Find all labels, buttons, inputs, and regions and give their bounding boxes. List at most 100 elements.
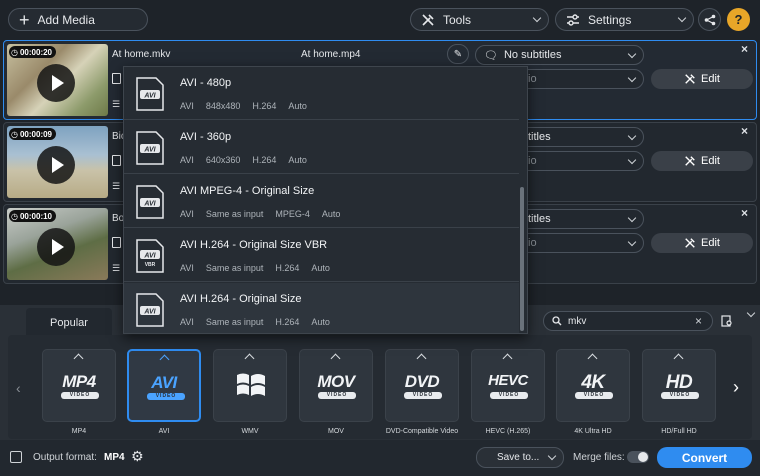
preset-details: AVI Same as input H.264 Auto xyxy=(180,263,330,273)
format-card-hd[interactable]: HD VIDEO xyxy=(642,349,716,422)
chevron-down-icon xyxy=(627,213,637,223)
help-button[interactable]: ? xyxy=(727,8,750,31)
preset-details: AVI 848x480 H.264 Auto xyxy=(180,101,307,111)
merge-files-label: Merge files: xyxy=(573,452,625,463)
clock-icon: ◷ xyxy=(11,47,18,57)
duration-badge: ◷ 00:00:09 xyxy=(9,128,57,140)
format-card-mp4[interactable]: MP4 VIDEO xyxy=(42,349,116,422)
settings-button[interactable]: Settings xyxy=(555,8,694,31)
list-icon[interactable]: ☰ xyxy=(112,99,120,110)
search-box[interactable]: mkv × xyxy=(543,311,713,331)
preset-item[interactable]: AVI AVI MPEG-4 - Original Size AVI Same a… xyxy=(124,175,519,228)
play-icon[interactable] xyxy=(37,146,75,184)
svg-text:AVI: AVI xyxy=(143,253,156,260)
dropdown-scrollbar[interactable] xyxy=(520,187,524,331)
chevron-down-icon xyxy=(677,13,687,23)
share-icon xyxy=(704,14,715,25)
preset-item[interactable]: AVI AVI - 360p AVI 640x360 H.264 Auto xyxy=(124,121,519,174)
chevron-up-icon xyxy=(502,353,513,364)
output-format-icon xyxy=(10,451,22,463)
edit-button[interactable]: Edit xyxy=(651,233,753,253)
avi-file-icon: AVI xyxy=(136,77,164,111)
preset-item[interactable]: AVI AVI - 480p AVI 848x480 H.264 Auto xyxy=(124,67,519,120)
tools-icon xyxy=(685,156,695,166)
svg-text:VBR: VBR xyxy=(145,262,156,268)
format-caption: MP4 xyxy=(71,428,87,435)
chevron-down-icon xyxy=(627,237,637,247)
output-format-label: Output format: xyxy=(33,452,97,463)
format-card-mov[interactable]: MOV VIDEO xyxy=(299,349,373,422)
chevron-up-icon xyxy=(416,353,427,364)
format-card-avi[interactable]: AVI VIDEO xyxy=(127,349,201,422)
chevron-down-icon xyxy=(627,155,637,165)
remove-file-icon[interactable]: × xyxy=(741,206,748,220)
chevron-down-icon xyxy=(627,131,637,141)
output-filename[interactable]: At home.mp4 xyxy=(301,49,360,60)
file-info-icon[interactable] xyxy=(112,237,121,248)
format-carousel-bg xyxy=(8,335,752,439)
video-thumbnail[interactable]: ◷ 00:00:10 xyxy=(7,208,108,280)
chevron-down-icon xyxy=(547,451,557,461)
avi-file-icon: AVI xyxy=(136,293,164,327)
rename-button[interactable]: ✎ xyxy=(447,44,469,64)
output-format-value[interactable]: MP4 xyxy=(104,452,125,463)
source-filename: At home.mkv xyxy=(112,49,171,60)
file-info-icon[interactable] xyxy=(112,73,121,84)
merge-files-toggle[interactable] xyxy=(627,451,649,463)
clock-icon: ◷ xyxy=(11,129,18,139)
carousel-next-icon[interactable]: › xyxy=(733,377,739,398)
help-icon: ? xyxy=(734,12,743,27)
file-info-icon[interactable] xyxy=(112,155,121,166)
tab-popular[interactable]: Popular xyxy=(26,308,112,338)
edit-button[interactable]: Edit xyxy=(651,69,753,89)
save-to-button[interactable]: Save to... xyxy=(476,447,564,468)
play-icon[interactable] xyxy=(37,228,75,266)
chevron-down-icon xyxy=(627,49,637,59)
search-icon xyxy=(552,316,562,326)
tools-button[interactable]: Tools xyxy=(410,8,549,31)
list-icon[interactable]: ☰ xyxy=(112,263,120,274)
add-media-label: Add Media xyxy=(37,12,95,27)
svg-text:AVI: AVI xyxy=(143,93,156,100)
device-detect-button[interactable] xyxy=(716,311,738,331)
tools-icon xyxy=(685,238,695,248)
avi-file-icon: AVI xyxy=(136,185,164,219)
play-icon[interactable] xyxy=(37,64,75,102)
share-button[interactable] xyxy=(698,8,721,31)
format-caption: 4K Ultra HD xyxy=(574,428,612,435)
preset-dropdown: AVI AVI - 480p AVI 848x480 H.264 Auto AVI A… xyxy=(123,66,528,334)
svg-text:AVI: AVI xyxy=(143,309,156,316)
tools-label: Tools xyxy=(443,12,472,27)
format-card-wmv[interactable] xyxy=(213,349,287,422)
format-caption: DVD-Compatible Video xyxy=(385,428,459,435)
format-card-dvd[interactable]: DVD VIDEO xyxy=(385,349,459,422)
preset-details: AVI 640x360 H.264 Auto xyxy=(180,155,307,165)
chevron-down-icon xyxy=(532,13,542,23)
format-card-hevc[interactable]: HEVC VIDEO xyxy=(471,349,545,422)
clear-search-icon[interactable]: × xyxy=(695,314,702,328)
collapse-panel-button[interactable] xyxy=(741,305,760,323)
subtitles-select[interactable]: 🗨 No subtitles xyxy=(475,45,644,65)
plus-icon: + xyxy=(19,9,30,30)
add-media-button[interactable]: + Add Media xyxy=(8,8,148,31)
avi-vbr-file-icon: AVI VBR xyxy=(136,239,164,273)
format-caption: AVI xyxy=(158,428,170,435)
convert-button[interactable]: Convert xyxy=(657,447,752,468)
video-thumbnail[interactable]: ◷ 00:00:09 xyxy=(7,126,108,198)
settings-label: Settings xyxy=(588,12,632,27)
list-icon[interactable]: ☰ xyxy=(112,181,120,192)
chevron-up-icon xyxy=(587,353,598,364)
format-card-4k[interactable]: 4K VIDEO xyxy=(556,349,630,422)
remove-file-icon[interactable]: × xyxy=(741,124,748,138)
preset-item[interactable]: AVI VBR AVI H.264 - Original Size VBR AVI… xyxy=(124,229,519,282)
edit-button[interactable]: Edit xyxy=(651,151,753,171)
remove-file-icon[interactable]: × xyxy=(741,42,748,56)
carousel-prev-icon[interactable]: ‹ xyxy=(16,380,21,396)
preset-item[interactable]: AVI AVI H.264 - Original Size AVI Same as… xyxy=(124,283,519,333)
video-thumbnail[interactable]: ◷ 00:00:20 xyxy=(7,44,108,116)
tools-icon xyxy=(422,13,434,26)
windows-logo-icon xyxy=(237,373,265,396)
gear-icon[interactable]: ⚙ xyxy=(131,448,144,465)
search-input[interactable]: mkv xyxy=(568,316,586,327)
svg-text:AVI: AVI xyxy=(143,201,156,208)
